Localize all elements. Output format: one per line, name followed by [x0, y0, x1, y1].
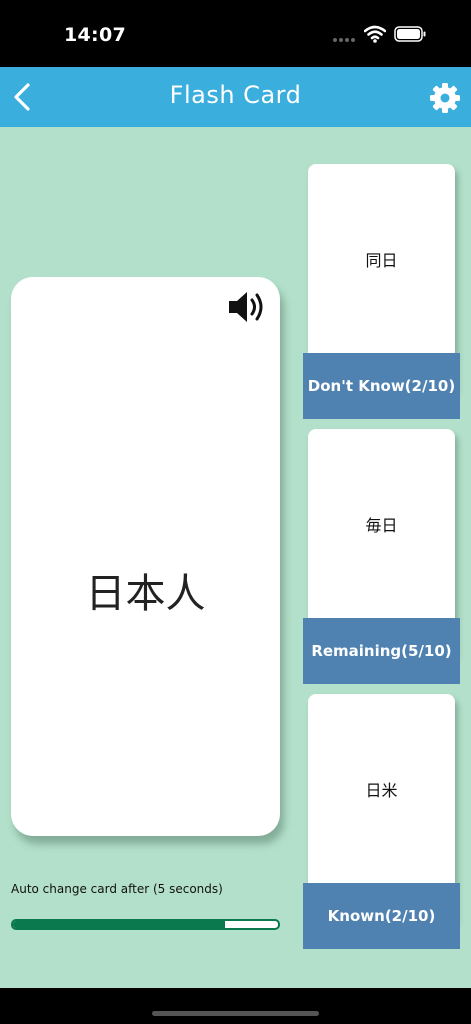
wifi-icon	[364, 25, 386, 43]
pile-card-word: 同日	[365, 251, 398, 270]
page-title: Flash Card	[169, 81, 302, 109]
battery-icon	[394, 26, 426, 42]
cellular-signal-icon	[333, 38, 357, 42]
flash-card-area: 日本人 同日 Don't Know(2/10) 毎日 Remaining(5/1…	[0, 127, 471, 988]
dont-know-pile[interactable]: 同日 Don't Know(2/10)	[303, 164, 460, 419]
home-indicator[interactable]	[152, 1011, 319, 1016]
known-pile[interactable]: 日米 Known(2/10)	[303, 694, 460, 949]
status-bar: 14:07	[0, 0, 471, 67]
pile-card-word: 日米	[365, 781, 398, 800]
status-time: 14:07	[64, 24, 126, 46]
known-button[interactable]: Known(2/10)	[303, 883, 460, 949]
speaker-icon[interactable]	[227, 289, 265, 325]
bottom-bar	[0, 988, 471, 1024]
gear-icon[interactable]	[430, 83, 460, 113]
auto-change-label: Auto change card after (5 seconds)	[11, 882, 223, 896]
pile-card-word: 毎日	[365, 516, 398, 535]
main-flash-card[interactable]: 日本人	[11, 277, 280, 836]
progress-fill	[13, 921, 225, 928]
remaining-button[interactable]: Remaining(5/10)	[303, 618, 460, 684]
remaining-pile[interactable]: 毎日 Remaining(5/10)	[303, 429, 460, 684]
dont-know-button[interactable]: Don't Know(2/10)	[303, 353, 460, 419]
card-word: 日本人	[85, 571, 206, 617]
app-bar: Flash Card	[0, 67, 471, 127]
auto-change-progress-bar	[11, 919, 280, 930]
